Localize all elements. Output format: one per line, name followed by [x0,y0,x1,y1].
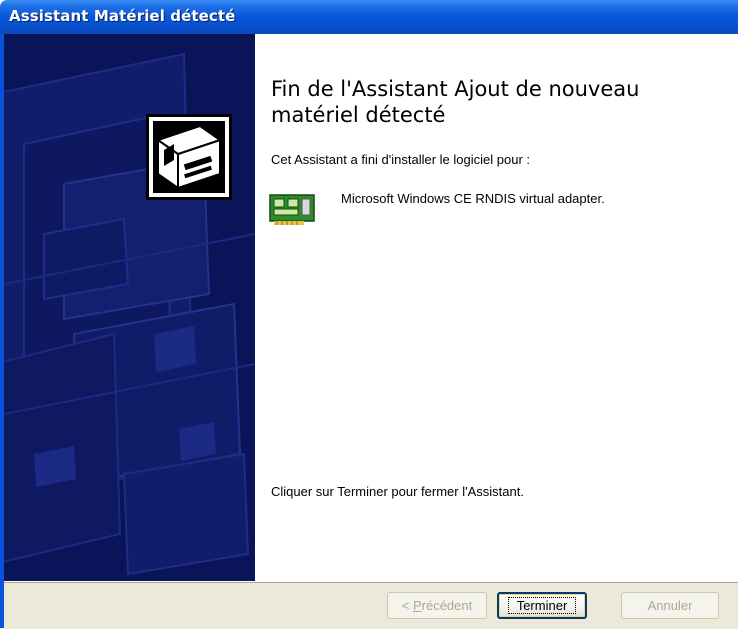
wizard-window: Assistant Matériel détecté Fin de l'Assi… [0,0,738,629]
hardware-wizard-icon [146,114,232,200]
title-bar[interactable]: Assistant Matériel détecté [0,0,738,34]
previous-button-mnemonic: P [412,598,422,613]
cancel-button[interactable]: Annuler [621,592,719,619]
button-bar: < Précédent Terminer Annuler [4,581,738,629]
network-card-icon [268,191,318,227]
finish-button[interactable]: Terminer [497,592,587,619]
previous-button-prefix: < [401,598,413,613]
previous-button[interactable]: < Précédent [387,592,487,619]
finish-button-label: Terminer [507,597,577,614]
page-title: Fin de l'Assistant Ajout de nouveau maté… [271,77,640,127]
previous-button-label: récédent [421,598,473,613]
wizard-side-panel [4,34,255,581]
wizard-content: Fin de l'Assistant Ajout de nouveau maté… [255,34,738,581]
intro-text: Cet Assistant a fini d'installer le logi… [271,152,530,167]
window-title: Assistant Matériel détecté [9,7,236,25]
device-name: Microsoft Windows CE RNDIS virtual adapt… [341,191,605,206]
finish-instructions: Cliquer sur Terminer pour fermer l'Assis… [271,484,524,499]
